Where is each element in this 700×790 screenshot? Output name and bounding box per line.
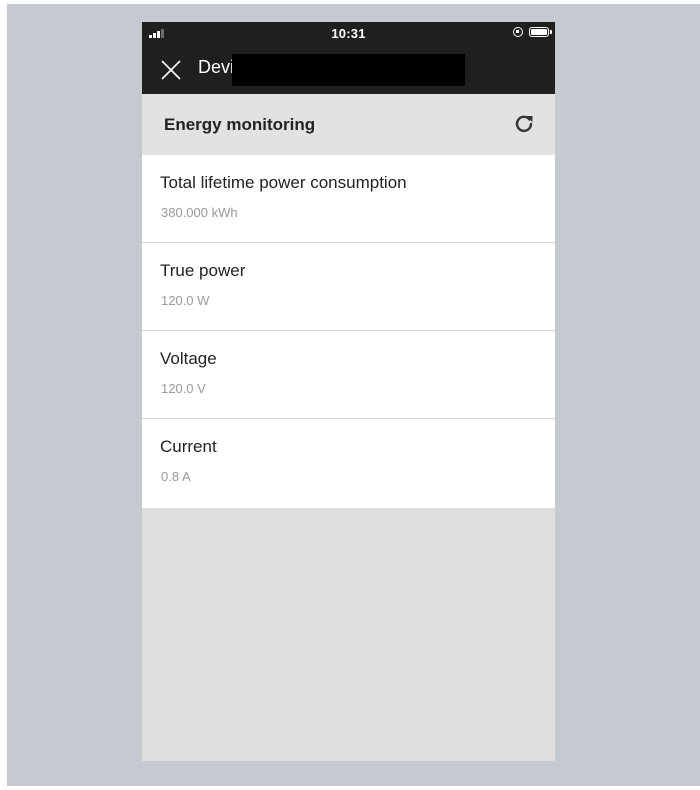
list-item-current[interactable]: Current 0.8 A [142,419,555,508]
page-edge-bottom [0,786,700,790]
battery-icon [529,27,552,37]
list-item-true-power[interactable]: True power 120.0 W [142,243,555,331]
list-item-value: 0.8 A [161,469,191,484]
list-item-label: True power [160,261,246,280]
list-item-value: 120.0 W [161,293,210,308]
status-icons [513,27,552,37]
refresh-button[interactable] [513,113,535,135]
refresh-icon [515,115,533,133]
close-icon [161,60,181,80]
close-button[interactable] [160,59,182,81]
phone-screen: 10:31 Device X2Ce Energy monitoring Tota… [142,22,555,761]
list-item-label: Voltage [160,349,217,368]
page-edge-left [0,0,7,790]
list-item-value: 120.0 V [161,381,206,396]
metrics-list: Total lifetime power consumption 380.000… [142,155,555,508]
status-time: 10:31 [331,26,366,41]
status-bar: 10:31 [142,22,555,46]
list-item-label: Current [160,437,217,456]
rotation-lock-icon [513,27,523,37]
list-item-value: 380.000 kWh [161,205,238,220]
section-header: Energy monitoring [142,94,555,155]
list-item-label: Total lifetime power consumption [160,173,407,192]
app-bar: Device X2Ce [142,46,555,94]
page-edge-top [0,0,700,4]
section-title: Energy monitoring [164,115,316,134]
redaction-block [232,54,465,86]
list-item-voltage[interactable]: Voltage 120.0 V [142,331,555,419]
list-item-total-lifetime-power[interactable]: Total lifetime power consumption 380.000… [142,155,555,243]
